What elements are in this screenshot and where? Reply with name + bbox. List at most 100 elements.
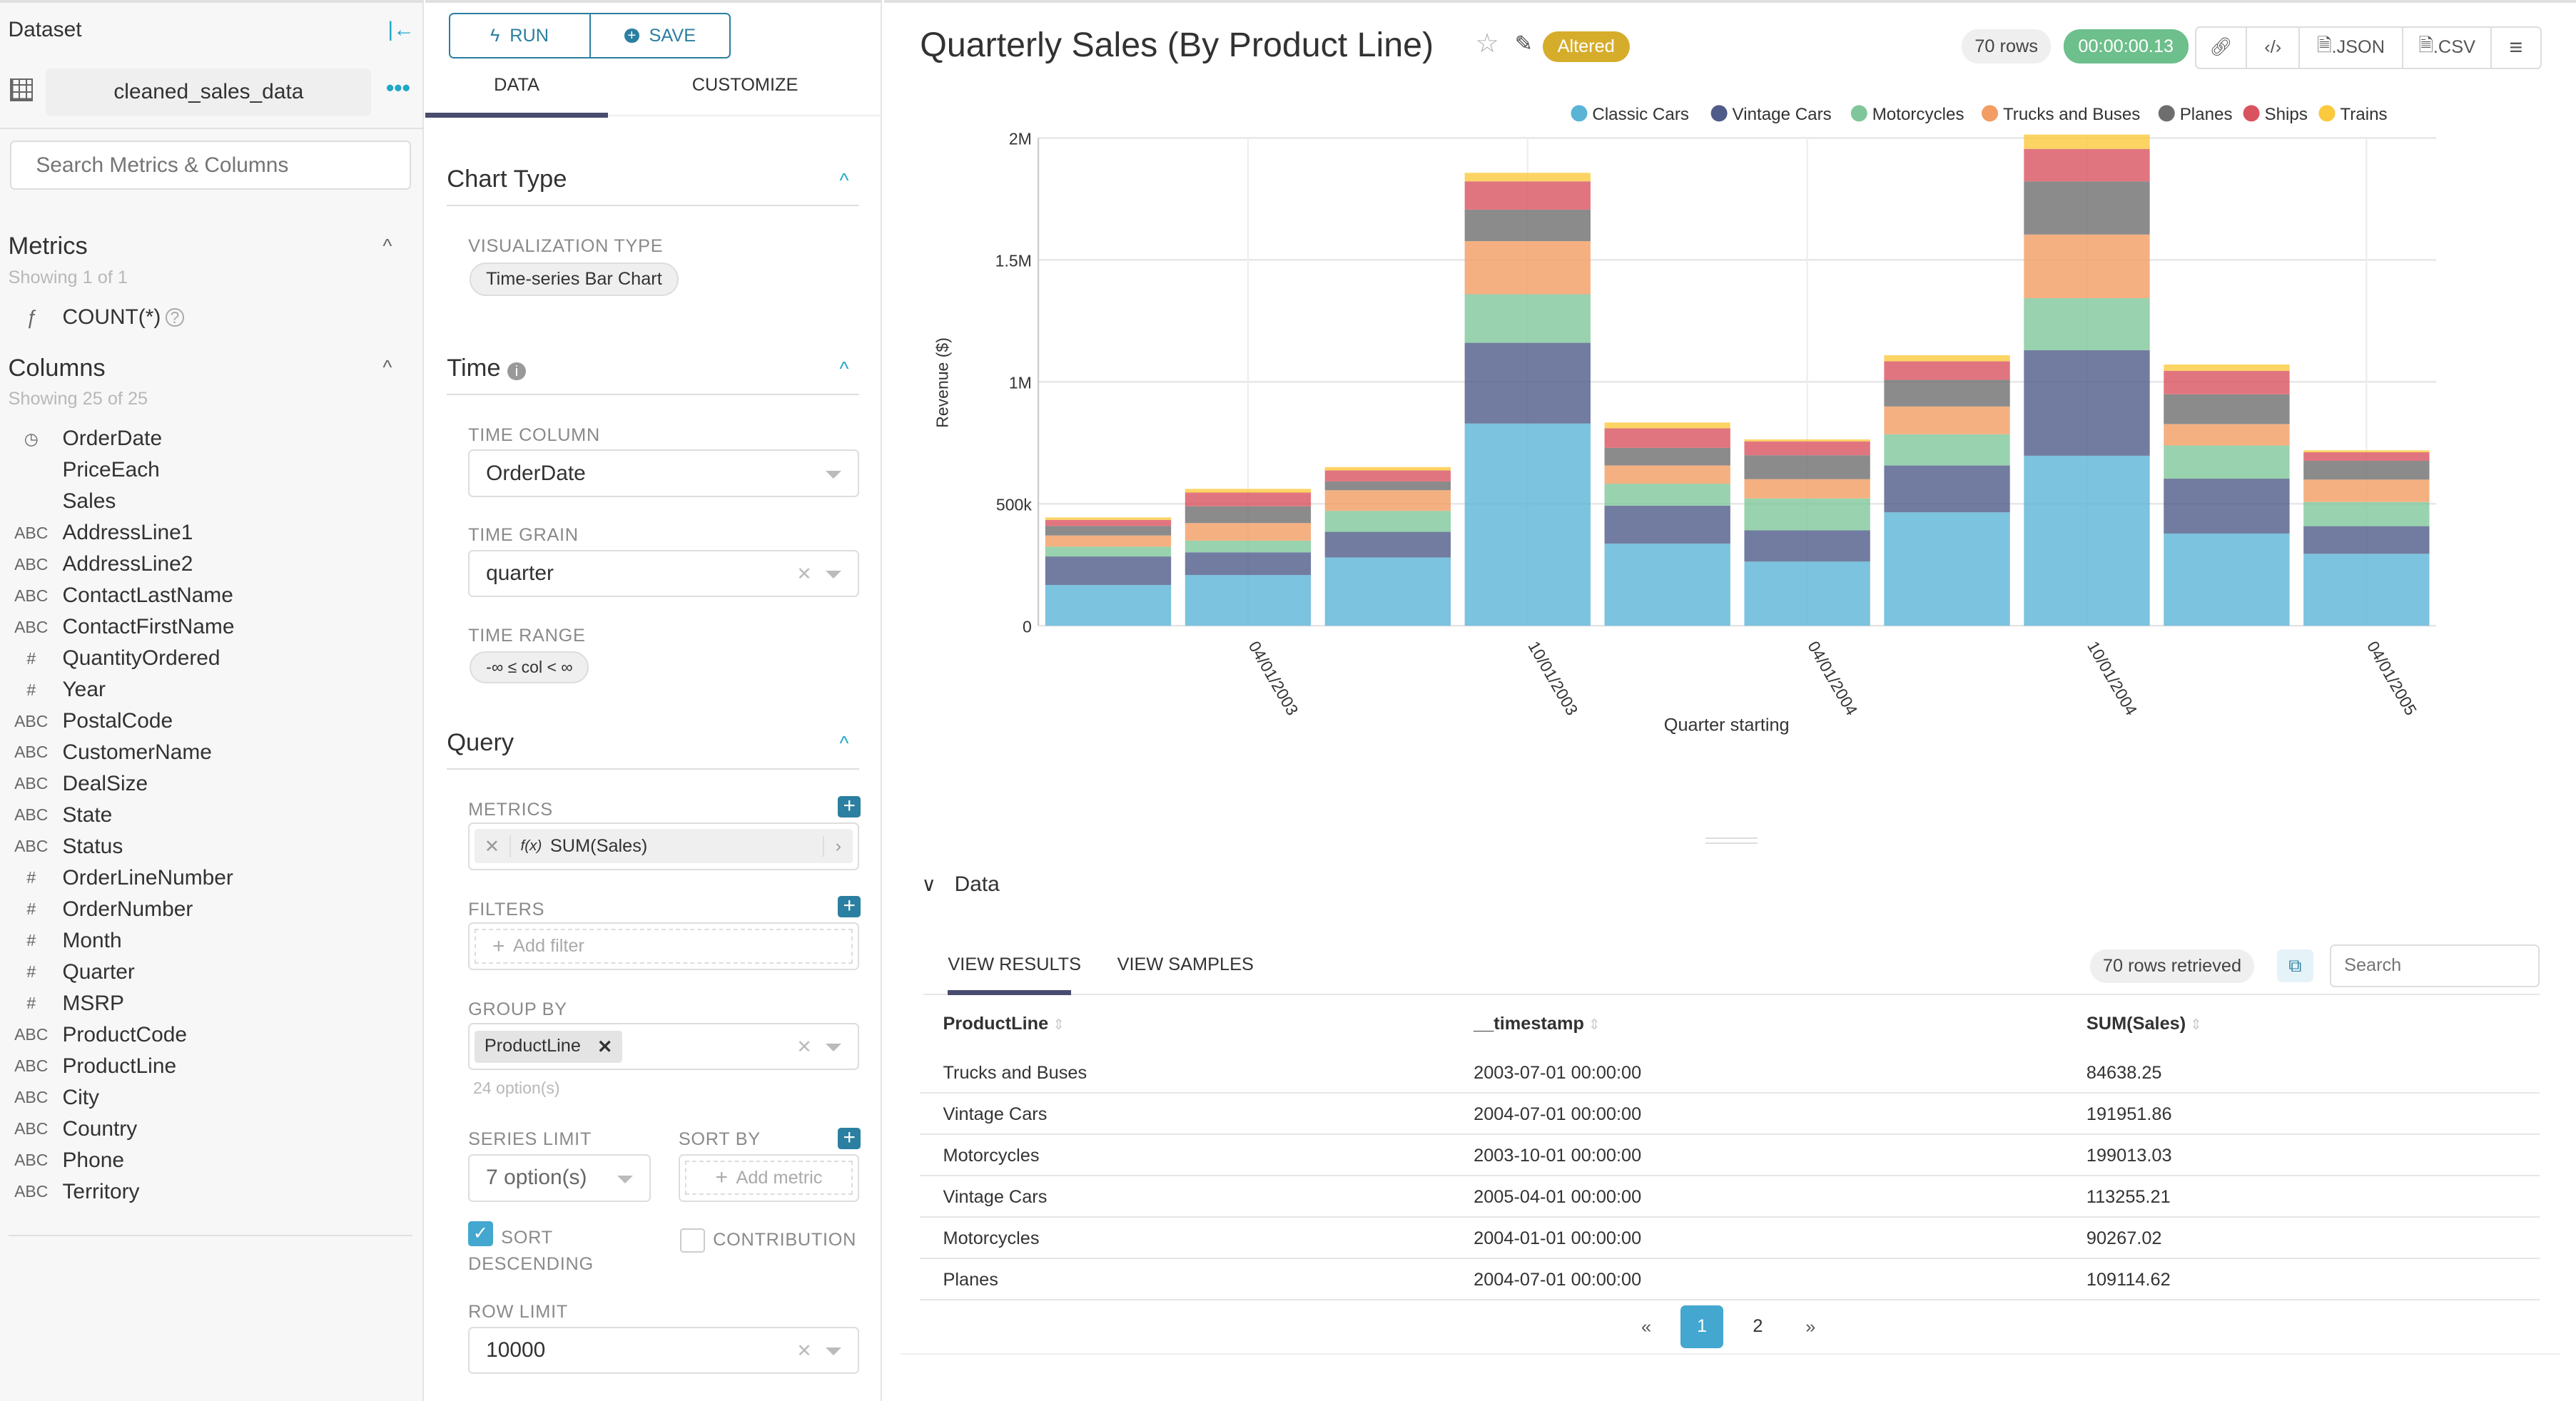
- table-row[interactable]: Vintage Cars 2004-07-01 00:00:00 191951.86: [920, 1094, 2540, 1136]
- table-cell: 2004-01-01 00:00:00: [1474, 1228, 1642, 1248]
- bar-segment-planes: [1884, 379, 2010, 407]
- results-search-input[interactable]: [2329, 944, 2540, 987]
- legend-marker: [1850, 105, 1867, 122]
- bar-segment-motorcycles: [2303, 501, 2430, 526]
- column-item[interactable]: # Quarter: [0, 957, 135, 988]
- pagination-next[interactable]: »: [1805, 1317, 1815, 1338]
- chevron-down-icon[interactable]: ∨: [922, 872, 936, 896]
- sort-icon[interactable]: ⇕: [1584, 1017, 1601, 1033]
- chevron-right-icon[interactable]: ›: [823, 835, 852, 857]
- add-filter-button[interactable]: + Add filter: [475, 929, 853, 964]
- column-item[interactable]: ABC ProductCode: [0, 1019, 187, 1051]
- pagination-prev[interactable]: «: [1641, 1317, 1651, 1338]
- y-tick-label: 1.5M: [995, 252, 1032, 270]
- bar-segment-vintage-cars: [1185, 552, 1312, 576]
- bar-segment-trains: [2164, 365, 2290, 371]
- pagination-page-2[interactable]: 2: [1745, 1305, 1771, 1348]
- sort-icon[interactable]: ⇕: [1048, 1017, 1065, 1033]
- copy-to-clipboard-icon[interactable]: ⧉: [2276, 949, 2313, 982]
- filters-field[interactable]: + Add filter: [468, 922, 860, 971]
- bar-segment-ships: [1884, 361, 2010, 380]
- contribution-label: CONTRIBUTION: [713, 1229, 857, 1250]
- remove-icon[interactable]: ✕: [475, 835, 511, 857]
- legend-item: Ships: [2264, 105, 2307, 124]
- clear-icon[interactable]: ✕: [796, 1036, 811, 1058]
- numeric-type-icon: #: [26, 931, 36, 950]
- sort-icon[interactable]: ⇕: [2186, 1017, 2202, 1033]
- bar-segment-trucks-and-buses: [2164, 424, 2290, 446]
- rows-retrieved-badge: 70 rows retrieved: [2089, 949, 2255, 984]
- metric-tag[interactable]: ✕ f(x) SUM(Sales) ›: [475, 829, 853, 864]
- pagination-page-1[interactable]: 1: [1680, 1305, 1724, 1349]
- bar-segment-trains: [2024, 134, 2150, 149]
- column-item[interactable]: ABC City: [0, 1082, 99, 1114]
- tab-view-results[interactable]: VIEW RESULTS: [948, 954, 1081, 975]
- bar-segment-vintage-cars: [1464, 342, 1591, 424]
- table-row[interactable]: Motorcycles 2003-10-01 00:00:00 199013.03: [920, 1136, 2540, 1177]
- column-name: DealSize: [62, 771, 148, 795]
- column-header[interactable]: SUM(Sales) ⇕: [2086, 1014, 2202, 1034]
- add-sort-plus-icon[interactable]: +: [838, 1127, 861, 1149]
- column-item[interactable]: ABC DealSize: [0, 768, 148, 800]
- column-item[interactable]: ABC Territory: [0, 1176, 139, 1208]
- table-row[interactable]: Trucks and Buses 2003-07-01 00:00:00 84638…: [920, 1053, 2540, 1094]
- bar-segment-trains: [2303, 450, 2430, 453]
- bar-segment-trucks-and-buses: [1185, 523, 1312, 541]
- row-limit-select[interactable]: 10000 ✕: [468, 1326, 860, 1375]
- sort-by-field[interactable]: + Add metric: [678, 1153, 860, 1202]
- bar-segment-motorcycles: [1324, 511, 1451, 532]
- string-type-icon: ABC: [14, 1182, 49, 1201]
- contribution-checkbox[interactable]: [680, 1228, 705, 1253]
- clear-icon[interactable]: ✕: [796, 1340, 811, 1362]
- table-row[interactable]: Vintage Cars 2005-04-01 00:00:00 113255.21: [920, 1177, 2540, 1218]
- remove-icon[interactable]: ✕: [597, 1036, 612, 1058]
- column-item[interactable]: # OrderLineNumber: [0, 862, 233, 894]
- add-metric-button[interactable]: + Add metric: [684, 1161, 853, 1196]
- data-pane-title[interactable]: Data: [955, 872, 1000, 897]
- column-header[interactable]: __timestamp ⇕: [1474, 1014, 1601, 1034]
- series-limit-select[interactable]: 7 option(s): [468, 1153, 651, 1202]
- tab-view-samples[interactable]: VIEW SAMPLES: [1117, 954, 1254, 975]
- table-row[interactable]: Motorcycles 2004-01-01 00:00:00 90267.02: [920, 1218, 2540, 1260]
- table-cell: 191951.86: [2086, 1104, 2172, 1124]
- group-by-select[interactable]: ProductLine ✕ ✕: [468, 1022, 860, 1071]
- metric-value: SUM(Sales): [549, 835, 648, 856]
- add-filter-plus-icon[interactable]: +: [838, 895, 861, 918]
- bar-segment-trains: [1324, 467, 1451, 471]
- bar-segment-classic-cars: [1324, 557, 1451, 626]
- y-tick-label: 0: [1023, 617, 1032, 636]
- table-cell: Motorcycles: [943, 1145, 1040, 1166]
- plus-icon: +: [492, 934, 505, 958]
- bar-segment-trucks-and-buses: [1045, 535, 1172, 547]
- column-item[interactable]: ABC ProductLine: [0, 1051, 176, 1082]
- table-row[interactable]: Planes 2004-07-01 00:00:00 109114.62: [920, 1260, 2540, 1301]
- x-tick-label: 04/01/2003: [1245, 638, 1302, 718]
- numeric-type-icon: #: [26, 900, 36, 919]
- legend-item: Trucks and Buses: [2003, 105, 2140, 124]
- bar-segment-trains: [1185, 489, 1312, 493]
- resize-handle[interactable]: [1705, 837, 1758, 845]
- x-tick-label: 04/01/2004: [1804, 638, 1861, 718]
- string-type-icon: ABC: [14, 1025, 49, 1044]
- column-item[interactable]: ABC Phone: [0, 1145, 124, 1176]
- bar-segment-ships: [1744, 441, 1870, 456]
- metrics-field[interactable]: ✕ f(x) SUM(Sales) ›: [468, 822, 860, 870]
- column-item[interactable]: ABC Status: [0, 831, 123, 862]
- bar-segment-trucks-and-buses: [1744, 479, 1870, 499]
- legend-marker: [2243, 105, 2260, 122]
- column-item[interactable]: # MSRP: [0, 988, 124, 1019]
- table-cell: Vintage Cars: [943, 1186, 1048, 1207]
- y-axis-label: Revenue ($): [933, 337, 951, 428]
- column-header[interactable]: ProductLine ⇕: [943, 1014, 1065, 1034]
- bar-segment-motorcycles: [1045, 546, 1172, 557]
- column-item[interactable]: ABC State: [0, 800, 112, 831]
- column-item[interactable]: # Month: [0, 925, 121, 957]
- table-cell: Motorcycles: [943, 1228, 1040, 1248]
- column-item[interactable]: # OrderNumber: [0, 894, 193, 925]
- legend-marker: [1710, 105, 1728, 122]
- add-metric-plus-icon[interactable]: +: [838, 795, 861, 817]
- table-cell: 2004-07-01 00:00:00: [1474, 1269, 1642, 1290]
- bar-segment-trucks-and-buses: [1884, 406, 2010, 434]
- column-item[interactable]: ABC Country: [0, 1114, 137, 1145]
- table-cell: 113255.21: [2086, 1186, 2171, 1207]
